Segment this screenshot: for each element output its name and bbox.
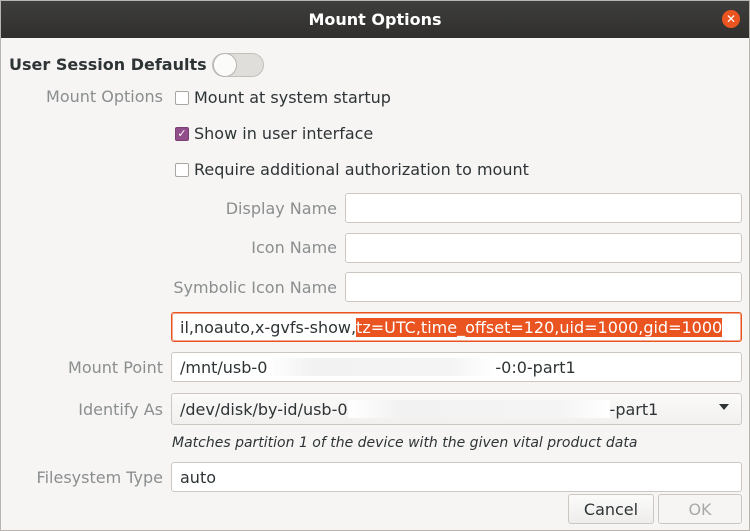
mount-point-input[interactable]: /mnt/usb-0 -0:0-part1	[171, 352, 742, 382]
switch-knob	[213, 53, 237, 77]
display-name-input[interactable]	[345, 193, 742, 223]
mount-point-label: Mount Point	[68, 358, 163, 377]
checkbox-label: Require additional authorization to moun…	[194, 160, 529, 179]
user-session-defaults-label: User Session Defaults	[9, 55, 207, 74]
redacted-region	[347, 400, 610, 418]
mount-options-dialog: Mount Options ✕ User Session Defaults Mo…	[0, 0, 750, 531]
filesystem-type-input[interactable]: auto	[171, 462, 742, 492]
symbolic-icon-name-label: Symbolic Icon Name	[173, 278, 337, 297]
identify-as-end: -part1	[609, 399, 659, 419]
require-auth-checkbox[interactable]: Require additional authorization to moun…	[175, 160, 529, 179]
redacted-region	[267, 358, 496, 376]
ok-button[interactable]: OK	[658, 494, 742, 524]
show-in-ui-checkbox[interactable]: ✓ Show in user interface	[175, 124, 373, 143]
user-session-defaults-switch[interactable]	[212, 53, 264, 77]
window-title: Mount Options	[308, 10, 442, 29]
checkbox-label: Mount at system startup	[194, 88, 391, 107]
mount-options-label: Mount Options	[46, 87, 163, 106]
close-icon[interactable]: ✕	[722, 10, 740, 28]
checkbox-box	[175, 90, 189, 105]
identify-as-hint: Matches partition 1 of the device with t…	[172, 435, 638, 451]
identify-as-dropdown[interactable]: /dev/disk/by-id/usb-0 -part1	[171, 393, 742, 425]
icon-name-input[interactable]	[345, 233, 742, 263]
checkbox-label: Show in user interface	[194, 124, 374, 143]
checkbox-box	[175, 162, 189, 177]
mount-point-end: -0:0-part1	[495, 357, 576, 377]
filesystem-type-label: Filesystem Type	[36, 468, 163, 487]
mount-at-startup-checkbox[interactable]: Mount at system startup	[175, 88, 391, 107]
checkmark-icon: ✓	[175, 126, 189, 141]
display-name-label: Display Name	[225, 199, 337, 218]
options-text: il,noauto,x-gvfs-show,	[180, 317, 357, 337]
symbolic-icon-name-input[interactable]	[345, 272, 742, 302]
mount-options-text-input[interactable]: il,noauto,x-gvfs-show, tz=UTC,time_offset…	[171, 312, 742, 342]
identify-as-label: Identify As	[78, 400, 163, 419]
title-bar: Mount Options ✕	[1, 1, 749, 38]
identify-as-start: /dev/disk/by-id/usb-0	[180, 399, 348, 419]
icon-name-label: Icon Name	[251, 238, 337, 257]
selected-options-text: tz=UTC,time_offset=120,uid=1000,gid=1000	[356, 317, 723, 337]
cancel-button[interactable]: Cancel	[568, 494, 654, 524]
chevron-down-icon	[719, 404, 729, 410]
mount-point-start: /mnt/usb-0	[180, 357, 268, 377]
